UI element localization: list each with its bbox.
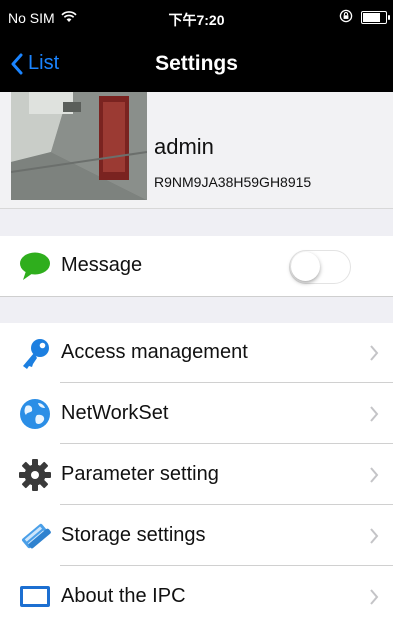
user-name: admin — [154, 134, 214, 159]
chevron-right-icon — [370, 589, 379, 605]
menu-item-label: Storage settings — [61, 524, 206, 546]
message-row: Message — [0, 236, 393, 296]
section-spacer — [0, 209, 393, 237]
chevron-right-icon — [370, 467, 379, 483]
chevron-right-icon — [370, 406, 379, 422]
battery-icon — [361, 11, 390, 24]
device-id: R9NM9JA38H59GH8915 — [154, 174, 312, 190]
menu-item-parameter-setting[interactable]: Parameter setting — [0, 445, 393, 505]
status-right — [339, 9, 390, 26]
section-spacer — [0, 296, 393, 324]
toggle-knob — [291, 252, 320, 281]
menu-item-label: NetWorkSet — [61, 402, 169, 424]
menu-item-storage-settings[interactable]: Storage settings — [0, 506, 393, 566]
row-divider — [60, 382, 393, 383]
row-divider — [60, 504, 393, 505]
menu-item-label: Access management — [61, 341, 248, 363]
page-title: Settings — [155, 52, 238, 75]
gear-icon — [18, 458, 52, 492]
status-bar: No SIM 下午7:20 — [0, 0, 393, 38]
message-label: Message — [61, 254, 143, 276]
camera-thumbnail[interactable] — [11, 92, 147, 200]
chevron-right-icon — [370, 345, 379, 361]
rotation-lock-icon — [339, 9, 353, 26]
row-divider — [60, 443, 393, 444]
profile-header: admin R9NM9JA38H59GH8915 — [0, 92, 393, 209]
storage-icon — [18, 519, 52, 553]
status-time: 下午7:20 — [168, 12, 225, 28]
navigation-bar: List Settings — [0, 38, 393, 92]
key-icon — [18, 336, 52, 370]
monitor-icon — [18, 580, 52, 614]
menu-item-access-management[interactable]: Access management — [0, 323, 393, 383]
menu-item-label: About the IPC — [61, 585, 186, 607]
menu-item-about-the-ipc[interactable]: About the IPC — [0, 567, 393, 627]
battery-level — [363, 13, 380, 22]
globe-icon — [18, 397, 52, 431]
chevron-right-icon — [370, 528, 379, 544]
message-toggle[interactable] — [289, 250, 351, 284]
row-divider — [60, 565, 393, 566]
menu-item-networkset[interactable]: NetWorkSet — [0, 384, 393, 444]
speech-bubble-icon — [18, 249, 52, 283]
menu-item-label: Parameter setting — [61, 463, 219, 485]
